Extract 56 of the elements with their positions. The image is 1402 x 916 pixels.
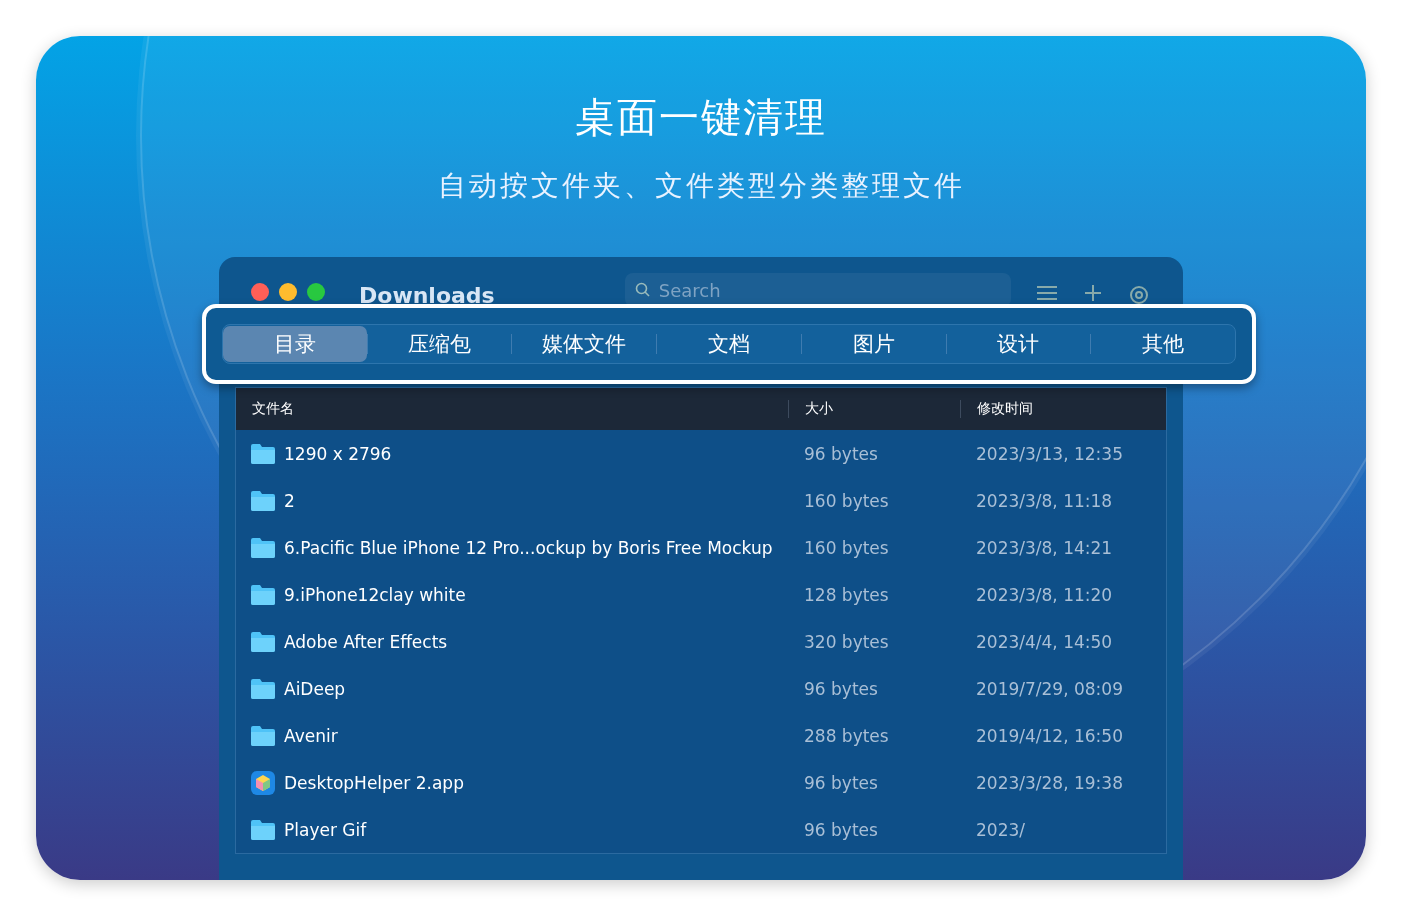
category-tab[interactable]: 媒体文件	[512, 326, 657, 362]
add-icon[interactable]	[1083, 283, 1103, 303]
window-title: Downloads	[359, 283, 495, 308]
file-name[interactable]: Player Gif	[284, 819, 367, 840]
modified-date: 2023/	[975, 819, 1026, 840]
file-size: 96 bytes	[803, 678, 879, 699]
column-header[interactable]: 大小	[788, 400, 960, 418]
folder-icon	[250, 677, 276, 700]
file-name[interactable]: 1290 x 2796	[284, 443, 392, 464]
category-tab[interactable]: 目录	[223, 326, 367, 362]
close-button[interactable]	[251, 283, 269, 301]
folder-icon	[250, 442, 276, 465]
category-tab[interactable]: 文档	[657, 326, 801, 362]
modified-date: 2023/3/8, 11:20	[975, 584, 1114, 605]
zoom-button[interactable]	[307, 283, 325, 301]
file-size: 320 bytes	[803, 631, 890, 652]
folder-icon	[250, 583, 276, 606]
category-tab[interactable]: 设计	[946, 326, 1091, 362]
file-name[interactable]: 6.Pacific Blue iPhone 12 Pro...ockup by Boris Free Mockup	[284, 537, 773, 558]
file-size: 96 bytes	[803, 772, 879, 793]
category-tab[interactable]: 压缩包	[367, 326, 512, 362]
file-name[interactable]: Adobe After Effects	[284, 631, 448, 652]
modified-date: 2019/7/29, 08:09	[975, 678, 1124, 699]
modified-date: 2023/3/8, 14:21	[975, 537, 1114, 558]
settings-icon[interactable]	[1127, 283, 1151, 307]
column-header[interactable]: 修改时间	[960, 400, 1166, 418]
app-icon	[250, 769, 276, 796]
folder-icon	[250, 489, 276, 512]
column-header[interactable]: 文件名	[236, 400, 788, 418]
minimize-button[interactable]	[279, 283, 297, 301]
file-size: 160 bytes	[803, 490, 890, 511]
folder-icon	[250, 536, 276, 559]
modified-date: 2023/4/4, 14:50	[975, 631, 1114, 652]
subheadline: 自动按文件夹、文件类型分类整理文件	[437, 168, 965, 204]
category-tab[interactable]: 其他	[1091, 326, 1236, 362]
search-icon	[634, 282, 651, 298]
folder-icon	[250, 724, 276, 747]
modified-date: 2023/3/8, 11:18	[975, 490, 1114, 511]
file-name[interactable]: 2	[284, 490, 295, 511]
file-name[interactable]: 9.iPhone12clay white	[284, 584, 466, 605]
modified-date: 2019/4/12, 16:50	[975, 725, 1124, 746]
file-size: 96 bytes	[803, 819, 879, 840]
file-size: 288 bytes	[803, 725, 890, 746]
folder-icon	[250, 818, 276, 841]
headline: 桌面一键清理	[575, 93, 827, 142]
file-size: 128 bytes	[803, 584, 890, 605]
modified-date: 2023/3/13, 12:35	[975, 443, 1124, 464]
file-name[interactable]: AiDeep	[284, 678, 346, 699]
category-tab[interactable]: 图片	[801, 326, 946, 362]
folder-icon	[250, 630, 276, 653]
file-name[interactable]: DesktopHelper 2.app	[284, 772, 464, 793]
file-size: 160 bytes	[803, 537, 890, 558]
modified-date: 2023/3/28, 19:38	[975, 772, 1124, 793]
list-icon[interactable]	[1035, 283, 1059, 303]
file-name[interactable]: Avenir	[284, 725, 338, 746]
file-size: 96 bytes	[803, 443, 879, 464]
